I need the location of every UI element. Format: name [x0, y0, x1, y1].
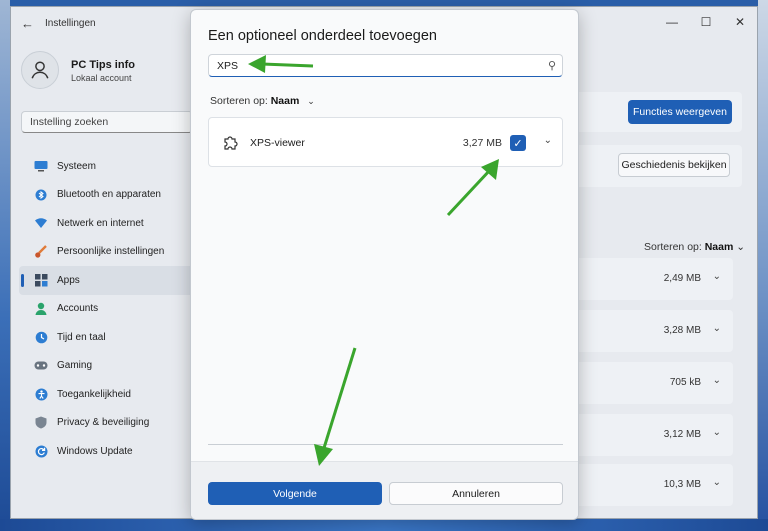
dialog-footer: Volgende Annuleren	[191, 461, 578, 519]
chevron-down-icon: ⌄	[736, 241, 746, 253]
person-icon	[31, 61, 49, 79]
sidebar-item-apps[interactable]: Apps	[19, 266, 199, 295]
sidebar-item-label: Toegankelijkheid	[57, 388, 131, 400]
feature-name: XPS-viewer	[250, 137, 305, 149]
sidebar-item-accounts[interactable]: Accounts	[19, 295, 199, 324]
feature-size: 3,12 MB	[663, 429, 701, 440]
globe-icon	[33, 329, 49, 345]
sort-prefix: Sorteren op:	[210, 95, 268, 107]
sidebar-item-netwerk[interactable]: Netwerk en internet	[19, 209, 199, 238]
gamepad-icon	[33, 358, 49, 374]
feature-size: 2,49 MB	[663, 273, 701, 284]
back-arrow-icon[interactable]: ←	[21, 16, 34, 31]
sidebar-item-label: Systeem	[57, 160, 96, 172]
cancel-button[interactable]: Annuleren	[389, 482, 563, 505]
profile-account-type: Lokaal account	[71, 73, 132, 83]
sidebar-item-label: Windows Update	[57, 445, 133, 457]
sort-value: Naam	[270, 95, 300, 107]
sort-value: Naam	[704, 241, 734, 253]
dialog-sort-dropdown[interactable]: Sorteren op: Naam ⌄	[210, 95, 315, 107]
desktop-background	[0, 0, 10, 531]
close-button[interactable]: ✕	[723, 7, 757, 37]
chevron-down-icon: ⌄	[307, 96, 315, 106]
list-item[interactable]: 3,12 MB ⌄	[555, 414, 733, 456]
view-history-button[interactable]: Geschiedenis bekijken	[618, 153, 730, 177]
list-item[interactable]: 2,49 MB ⌄	[555, 258, 733, 300]
desktop-background-bottom	[0, 519, 768, 531]
view-features-button[interactable]: Functies weergeven	[628, 100, 732, 124]
bluetooth-icon	[33, 187, 49, 203]
sidebar-item-tijd-taal[interactable]: Tijd en taal	[19, 323, 199, 352]
app-title: Instellingen	[45, 18, 96, 29]
feature-size: 3,27 MB	[462, 137, 502, 149]
apps-icon	[33, 272, 49, 288]
dialog-title: Een optioneel onderdeel toevoegen	[208, 28, 437, 44]
wifi-icon	[33, 215, 49, 231]
sidebar-item-gaming[interactable]: Gaming	[19, 352, 199, 381]
feature-size: 3,28 MB	[663, 325, 701, 336]
sidebar-item-label: Privacy & beveiliging	[57, 417, 150, 429]
sidebar-item-windows-update[interactable]: Windows Update	[19, 437, 199, 466]
feature-size: 705 kB	[669, 377, 701, 388]
chevron-down-icon[interactable]: ⌄	[713, 477, 721, 488]
list-item[interactable]: 705 kB ⌄	[555, 362, 733, 404]
sort-prefix: Sorteren op:	[644, 241, 702, 253]
chevron-down-icon[interactable]: ⌄	[713, 323, 721, 334]
puzzle-piece-icon	[224, 136, 238, 150]
minimize-button[interactable]: —	[655, 7, 689, 37]
person-icon	[33, 301, 49, 317]
sidebar-item-label: Bluetooth en apparaten	[57, 189, 161, 201]
search-icon: ⚲	[547, 60, 556, 72]
sidebar-item-label: Apps	[57, 274, 80, 286]
sidebar-item-label: Tijd en taal	[57, 331, 106, 343]
settings-search-input[interactable]: Instelling zoeken	[21, 111, 193, 133]
maximize-button[interactable]: ☐	[689, 7, 723, 37]
brush-icon	[33, 244, 49, 260]
list-item[interactable]: 3,28 MB ⌄	[555, 310, 733, 352]
feature-checkbox[interactable]: ✓	[510, 135, 526, 151]
feature-row-xps-viewer[interactable]: XPS-viewer 3,27 MB ✓ ⌄	[208, 117, 563, 167]
desktop-background-right	[758, 0, 768, 531]
sidebar-item-persoonlijk[interactable]: Persoonlijke instellingen	[19, 238, 199, 267]
sidebar-item-label: Persoonlijke instellingen	[57, 246, 165, 258]
list-item[interactable]: 10,3 MB ⌄	[555, 464, 733, 506]
profile-name: PC Tips info	[71, 59, 135, 71]
monitor-icon	[33, 158, 49, 174]
chevron-down-icon[interactable]: ⌄	[713, 375, 721, 386]
sidebar-nav: Systeem Bluetooth en apparaten Netwerk e…	[19, 152, 199, 466]
shield-icon	[33, 415, 49, 431]
feature-size: 10,3 MB	[663, 479, 701, 490]
window-controls: — ☐ ✕	[655, 7, 757, 37]
sidebar-item-toegankelijkheid[interactable]: Toegankelijkheid	[19, 380, 199, 409]
feature-search-input[interactable]: XPS ⚲	[208, 54, 563, 77]
divider	[208, 444, 563, 445]
add-optional-feature-dialog: Een optioneel onderdeel toevoegen XPS ⚲ …	[190, 9, 579, 520]
installed-sort-dropdown[interactable]: Sorteren op: Naam ⌄	[644, 241, 754, 253]
chevron-down-icon[interactable]: ⌄	[544, 135, 552, 146]
search-value: XPS	[217, 60, 239, 72]
accessibility-icon	[33, 386, 49, 402]
chevron-down-icon[interactable]: ⌄	[713, 271, 721, 282]
sidebar-item-label: Gaming	[57, 360, 93, 372]
avatar	[21, 51, 59, 89]
sidebar-item-systeem[interactable]: Systeem	[19, 152, 199, 181]
sidebar-item-privacy[interactable]: Privacy & beveiliging	[19, 409, 199, 438]
chevron-down-icon[interactable]: ⌄	[713, 427, 721, 438]
next-button[interactable]: Volgende	[208, 482, 382, 505]
update-icon	[33, 443, 49, 459]
sidebar-item-label: Netwerk en internet	[57, 217, 144, 229]
sidebar-item-label: Accounts	[57, 303, 99, 315]
sidebar-item-bluetooth[interactable]: Bluetooth en apparaten	[19, 181, 199, 210]
